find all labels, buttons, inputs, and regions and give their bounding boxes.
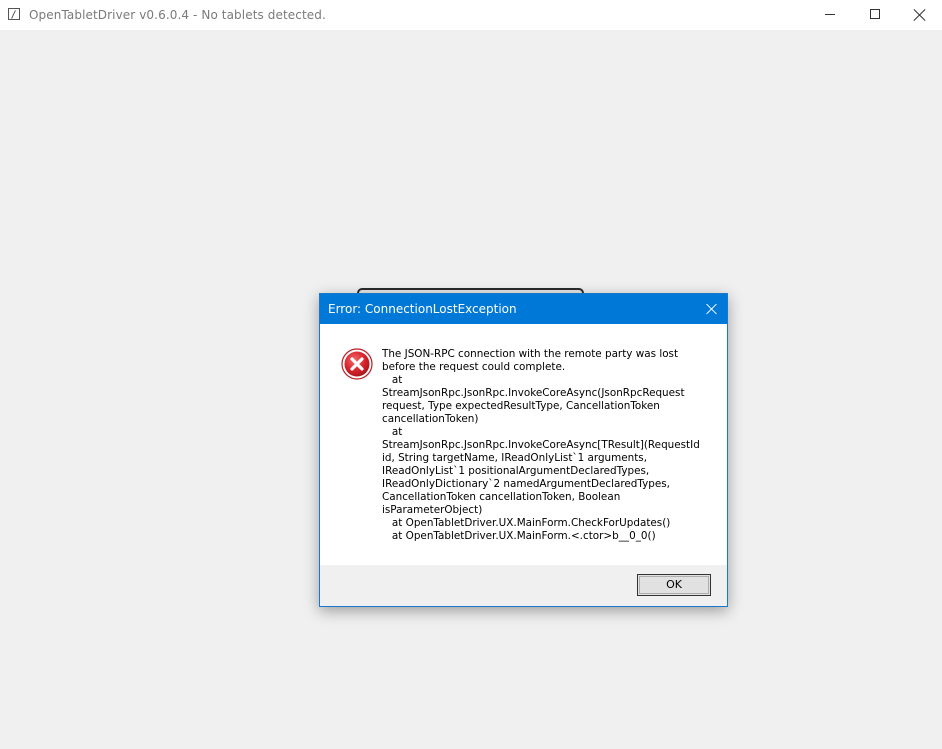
- error-dialog: Error: ConnectionLostException The JSON-…: [319, 293, 728, 607]
- dialog-close-button[interactable]: [696, 294, 727, 324]
- main-window-title-bar: OpenTabletDriver v0.6.0.4 - No tablets d…: [0, 0, 942, 30]
- ok-button[interactable]: OK: [637, 574, 711, 596]
- maximize-button[interactable]: [852, 0, 898, 30]
- dialog-button-bar: OK: [320, 565, 727, 606]
- minimize-icon: [825, 14, 835, 15]
- close-icon: [913, 8, 927, 22]
- error-message: The JSON-RPC connection with the remote …: [382, 348, 700, 542]
- window-title: OpenTabletDriver v0.6.0.4 - No tablets d…: [29, 8, 326, 22]
- app-icon: [8, 8, 20, 20]
- minimize-button[interactable]: [806, 0, 852, 30]
- dialog-title-bar[interactable]: Error: ConnectionLostException: [320, 294, 727, 324]
- error-icon: [341, 348, 373, 380]
- close-button[interactable]: [898, 0, 942, 30]
- dialog-title: Error: ConnectionLostException: [328, 302, 517, 316]
- maximize-icon: [870, 9, 880, 19]
